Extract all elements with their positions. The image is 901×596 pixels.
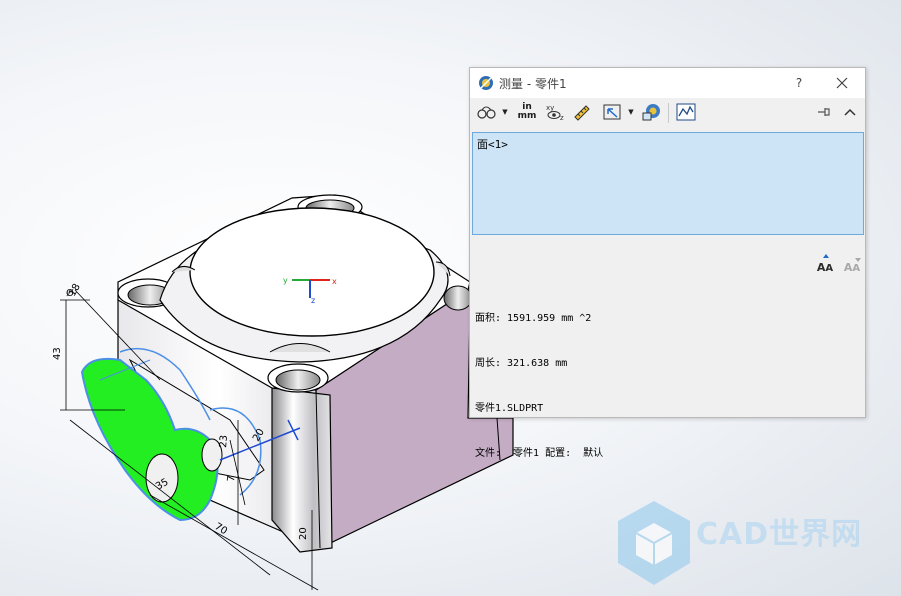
- svg-text:z: z: [560, 114, 564, 121]
- svg-text:z: z: [311, 296, 315, 305]
- svg-text:y: y: [283, 276, 288, 285]
- show-xyz-icon[interactable]: xy z: [543, 101, 567, 123]
- corner-hole-front: [267, 363, 329, 393]
- point-to-point-icon[interactable]: [570, 101, 594, 123]
- units-precision-button[interactable]: in mm: [515, 101, 539, 123]
- svg-text:x: x: [332, 277, 337, 286]
- result-area: 面积: 1591.959 mm ^2: [475, 313, 592, 324]
- dialog-titlebar[interactable]: 测量 - 零件1 ?: [470, 68, 865, 98]
- increase-font-button[interactable]: AA: [814, 254, 836, 274]
- decrease-font-button[interactable]: AA: [841, 254, 863, 274]
- dim-23: 23: [218, 435, 230, 449]
- corner-hole-right: [443, 285, 473, 311]
- selection-item[interactable]: 面<1>: [477, 136, 508, 152]
- measure-dialog: 测量 - 零件1 ? ▼ in mm xy z ▼ 面<1> A A A A 面…: [469, 67, 866, 459]
- svg-text:xy: xy: [546, 104, 554, 112]
- selection-list[interactable]: 面<1>: [472, 132, 864, 235]
- projection-icon[interactable]: [600, 101, 624, 123]
- result-file: 文件: 零件1 配置: 默认: [475, 448, 604, 459]
- svg-text:Ø: Ø: [66, 287, 74, 299]
- measure-toolbar: ▼ in mm xy z ▼: [470, 98, 865, 128]
- chevron-down-icon[interactable]: ▼: [627, 101, 635, 123]
- dim-70: 70: [212, 521, 229, 537]
- dim-20-base: 20: [298, 527, 309, 540]
- toolbar-separator: [668, 103, 669, 123]
- close-icon[interactable]: [832, 73, 852, 93]
- boss-top-circle: [189, 207, 435, 337]
- result-perimeter: 周长: 321.638 mm: [475, 358, 568, 369]
- arrow-down-icon: [855, 258, 861, 262]
- dim-43: 43: [52, 347, 63, 360]
- sensor-icon[interactable]: [640, 101, 664, 123]
- result-part: 零件1.SLDPRT: [475, 403, 544, 414]
- dialog-title: 测量 - 零件1: [499, 77, 567, 91]
- help-button[interactable]: ?: [790, 73, 808, 93]
- dim-7: 7: [226, 475, 238, 482]
- collapse-icon[interactable]: [840, 101, 860, 123]
- pin-icon[interactable]: [814, 101, 834, 123]
- arc-circle-measure-icon[interactable]: [475, 101, 499, 123]
- measure-tool-icon: [479, 76, 493, 90]
- arrow-up-icon: [823, 254, 829, 258]
- chevron-down-icon[interactable]: ▼: [501, 101, 509, 123]
- measure-results: 面积: 1591.959 mm ^2 周长: 321.638 mm 零件1.SL…: [475, 281, 603, 491]
- measure-history-icon[interactable]: [674, 101, 698, 123]
